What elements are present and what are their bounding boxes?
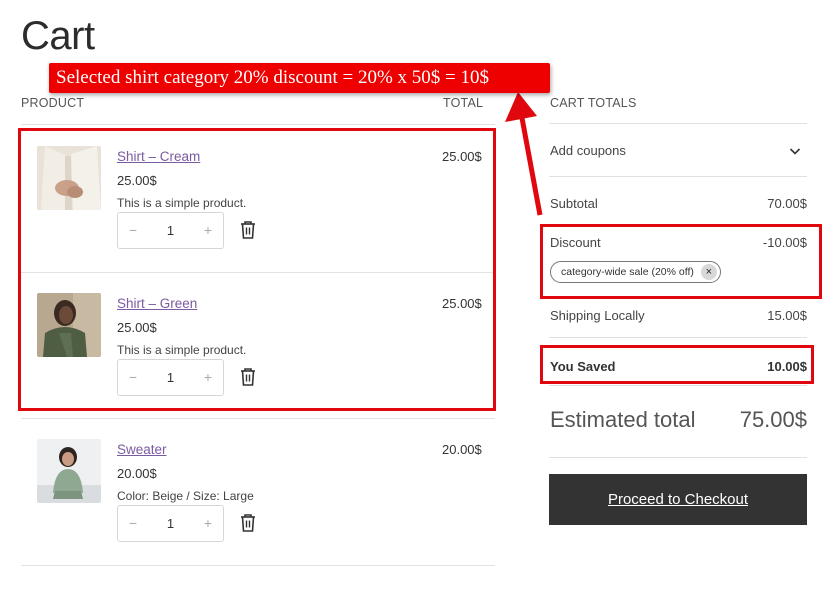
divider	[549, 337, 807, 338]
product-image-sweater[interactable]	[37, 439, 101, 503]
subtotal-label: Subtotal	[550, 196, 598, 211]
divider	[21, 124, 495, 125]
divider	[549, 385, 807, 386]
proceed-to-checkout-button[interactable]: Proceed to Checkout	[549, 474, 807, 525]
shipping-value: 15.00$	[767, 308, 807, 323]
product-variation: Color: Beige / Size: Large	[117, 489, 254, 503]
divider	[549, 176, 807, 177]
trash-icon[interactable]	[239, 513, 257, 533]
increase-quantity-button[interactable]: +	[201, 515, 215, 531]
chevron-down-icon[interactable]	[789, 145, 801, 157]
subtotal-value: 70.00$	[767, 196, 807, 211]
estimated-total-label: Estimated total	[550, 407, 696, 432]
divider	[21, 565, 495, 566]
product-price: 20.00$	[117, 466, 157, 481]
divider	[549, 457, 807, 458]
product-link[interactable]: Sweater	[117, 442, 167, 457]
annotation-callout: Selected shirt category 20% discount = 2…	[49, 63, 550, 93]
column-header-total: TOTAL	[443, 96, 484, 110]
column-header-product: PRODUCT	[21, 96, 85, 110]
quantity-stepper: − 1 +	[117, 505, 224, 542]
estimated-total-value: 75.00$	[739, 407, 807, 432]
highlight-discount	[540, 224, 822, 299]
page-title: Cart	[21, 14, 95, 58]
line-total: 20.00$	[442, 442, 482, 457]
highlight-shirt-items	[18, 128, 496, 411]
divider	[549, 123, 807, 124]
shipping-label: Shipping Locally	[550, 308, 645, 323]
highlight-you-saved	[540, 345, 814, 384]
cart-totals-heading: CART TOTALS	[550, 96, 637, 110]
add-coupons-toggle[interactable]: Add coupons	[550, 143, 626, 158]
cart-item: Sweater 20.00$ Color: Beige / Size: Larg…	[21, 419, 495, 566]
